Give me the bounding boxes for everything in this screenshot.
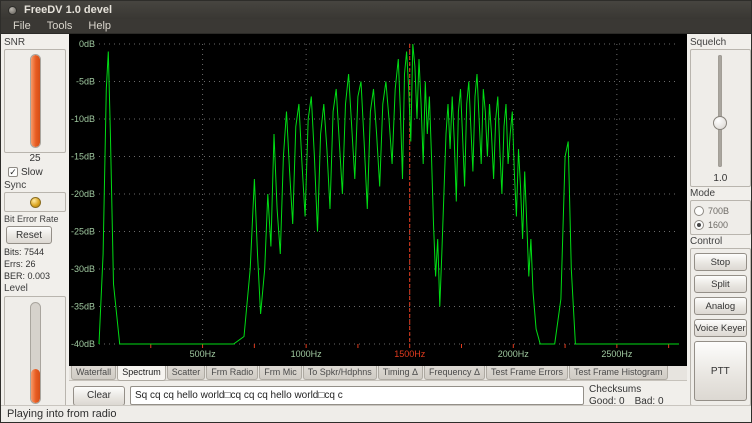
svg-text:-15dB: -15dB [71,152,95,162]
clear-button[interactable]: Clear [73,386,125,406]
left-panel: SNR 25 Slow Sync Bit Error Rate Reset Bi… [1,34,69,405]
mode-radio-700b-label: 700B [708,206,729,216]
ber-stat-line: Errs: 26 [4,258,66,270]
squelch-value: 1.0 [713,173,727,184]
mode-radio-1600-label: 1600 [708,220,728,230]
ber-stat-line: Bits: 7544 [4,246,66,258]
svg-text:-30dB: -30dB [71,264,95,274]
checksums-label: Checksums [589,384,683,395]
menubar: FileToolsHelp [1,19,751,34]
status-bar: Playing into from radio [1,405,751,422]
voice-keyer-button[interactable]: Voice Keyer [694,319,747,337]
radio-icon[interactable] [694,206,704,216]
svg-text:0dB: 0dB [79,39,95,49]
tab-timing[interactable]: Timing Δ [378,366,423,380]
tab-frequency[interactable]: Frequency Δ [424,366,485,380]
center-panel: 0dB -5dB -10dB -15dB -20dB -25dB -30dB -35dB -40… [69,34,687,405]
squelch-slider[interactable] [712,55,728,167]
mode-radio-1600[interactable]: 1600 [694,218,747,232]
analog-button[interactable]: Analog [694,297,747,315]
spectrum-plot[interactable]: 0dB -5dB -10dB -15dB -20dB -25dB -30dB -35dB -40… [69,34,685,364]
radio-icon[interactable] [694,220,704,230]
snr-gauge-fill [31,55,40,147]
ber-group-label: Bit Error Rate [4,213,66,225]
sync-led-icon [30,197,41,208]
tab-spectrum[interactable]: Spectrum [117,366,166,381]
titlebar[interactable]: FreeDV 1.0 devel [1,1,751,19]
slow-checkbox[interactable]: Slow [4,165,66,179]
reset-button[interactable]: Reset [6,226,52,244]
squelch-slider-thumb[interactable] [713,116,727,130]
mode-group-label: Mode [690,188,751,200]
svg-text:500Hz: 500Hz [190,349,217,359]
svg-text:-20dB: -20dB [71,189,95,199]
ber-stat-line: BER: 0.003 [4,270,66,282]
split-button[interactable]: Split [694,275,747,293]
control-group: Stop Split Analog Voice Keyer PTT [690,248,751,406]
mode-group: 700B 1600 [690,200,751,235]
snr-group-label: SNR [4,37,66,49]
svg-text:-10dB: -10dB [71,114,95,124]
menu-tools[interactable]: Tools [39,19,81,34]
tab-waterfall[interactable]: Waterfall [71,366,116,380]
right-panel: Squelch 1.0 Mode 700B 1600 Contr [687,34,752,405]
status-text: Playing into from radio [7,408,116,420]
svg-text:-5dB: -5dB [76,77,95,87]
level-gauge [4,296,66,410]
tab-test-frame-errors[interactable]: Test Frame Errors [486,366,568,380]
window-title: FreeDV 1.0 devel [24,4,112,16]
menu-help[interactable]: Help [80,19,119,34]
squelch-group-label: Squelch [690,37,751,49]
svg-text:-35dB: -35dB [71,302,95,312]
level-gauge-track [30,302,41,404]
snr-gauge-track [30,54,41,148]
sync-indicator-box [4,192,66,212]
stop-button[interactable]: Stop [694,253,747,271]
window-control-icon[interactable] [8,6,17,15]
checkbox-icon[interactable] [8,167,18,177]
ber-stats: Bits: 7544Errs: 26BER: 0.003 [4,246,66,282]
level-group-label: Level [4,283,66,295]
control-group-label: Control [690,236,751,248]
tab-test-frame-histogram[interactable]: Test Frame Histogram [569,366,668,380]
level-gauge-fill [31,369,40,403]
svg-text:-25dB: -25dB [71,227,95,237]
snr-value: 25 [4,153,66,165]
tx-text-input[interactable] [130,386,584,405]
tab-to-spkr-hdphns[interactable]: To Spkr/Hdphns [303,366,377,380]
ptt-button[interactable]: PTT [694,341,747,401]
squelch-group: 1.0 [690,49,751,187]
svg-text:2000Hz: 2000Hz [498,349,530,359]
tab-frm-mic[interactable]: Frm Mic [259,366,302,380]
svg-text:2500Hz: 2500Hz [601,349,633,359]
main-area: SNR 25 Slow Sync Bit Error Rate Reset Bi… [1,34,751,405]
svg-text:1500Hz: 1500Hz [394,349,426,359]
svg-text:1000Hz: 1000Hz [291,349,323,359]
svg-text:-40dB: -40dB [71,339,95,349]
mode-radio-700b[interactable]: 700B [694,204,747,218]
plot-tabbar: WaterfallSpectrumScatterFrm RadioFrm Mic… [69,366,687,381]
spectrum-plot-area[interactable]: 0dB -5dB -10dB -15dB -20dB -25dB -30dB -35dB -40… [69,34,687,366]
tab-frm-radio[interactable]: Frm Radio [206,366,258,380]
menu-file[interactable]: File [5,19,39,34]
app-window: FreeDV 1.0 devel FileToolsHelp SNR 25 Sl… [0,0,752,423]
checksums-group: Checksums Good: 0 Bad: 0 [589,384,685,407]
squelch-slider-track[interactable] [718,55,722,167]
snr-gauge [4,49,66,153]
tab-scatter[interactable]: Scatter [167,366,206,380]
slow-checkbox-label: Slow [21,167,43,178]
sync-group-label: Sync [4,180,66,192]
